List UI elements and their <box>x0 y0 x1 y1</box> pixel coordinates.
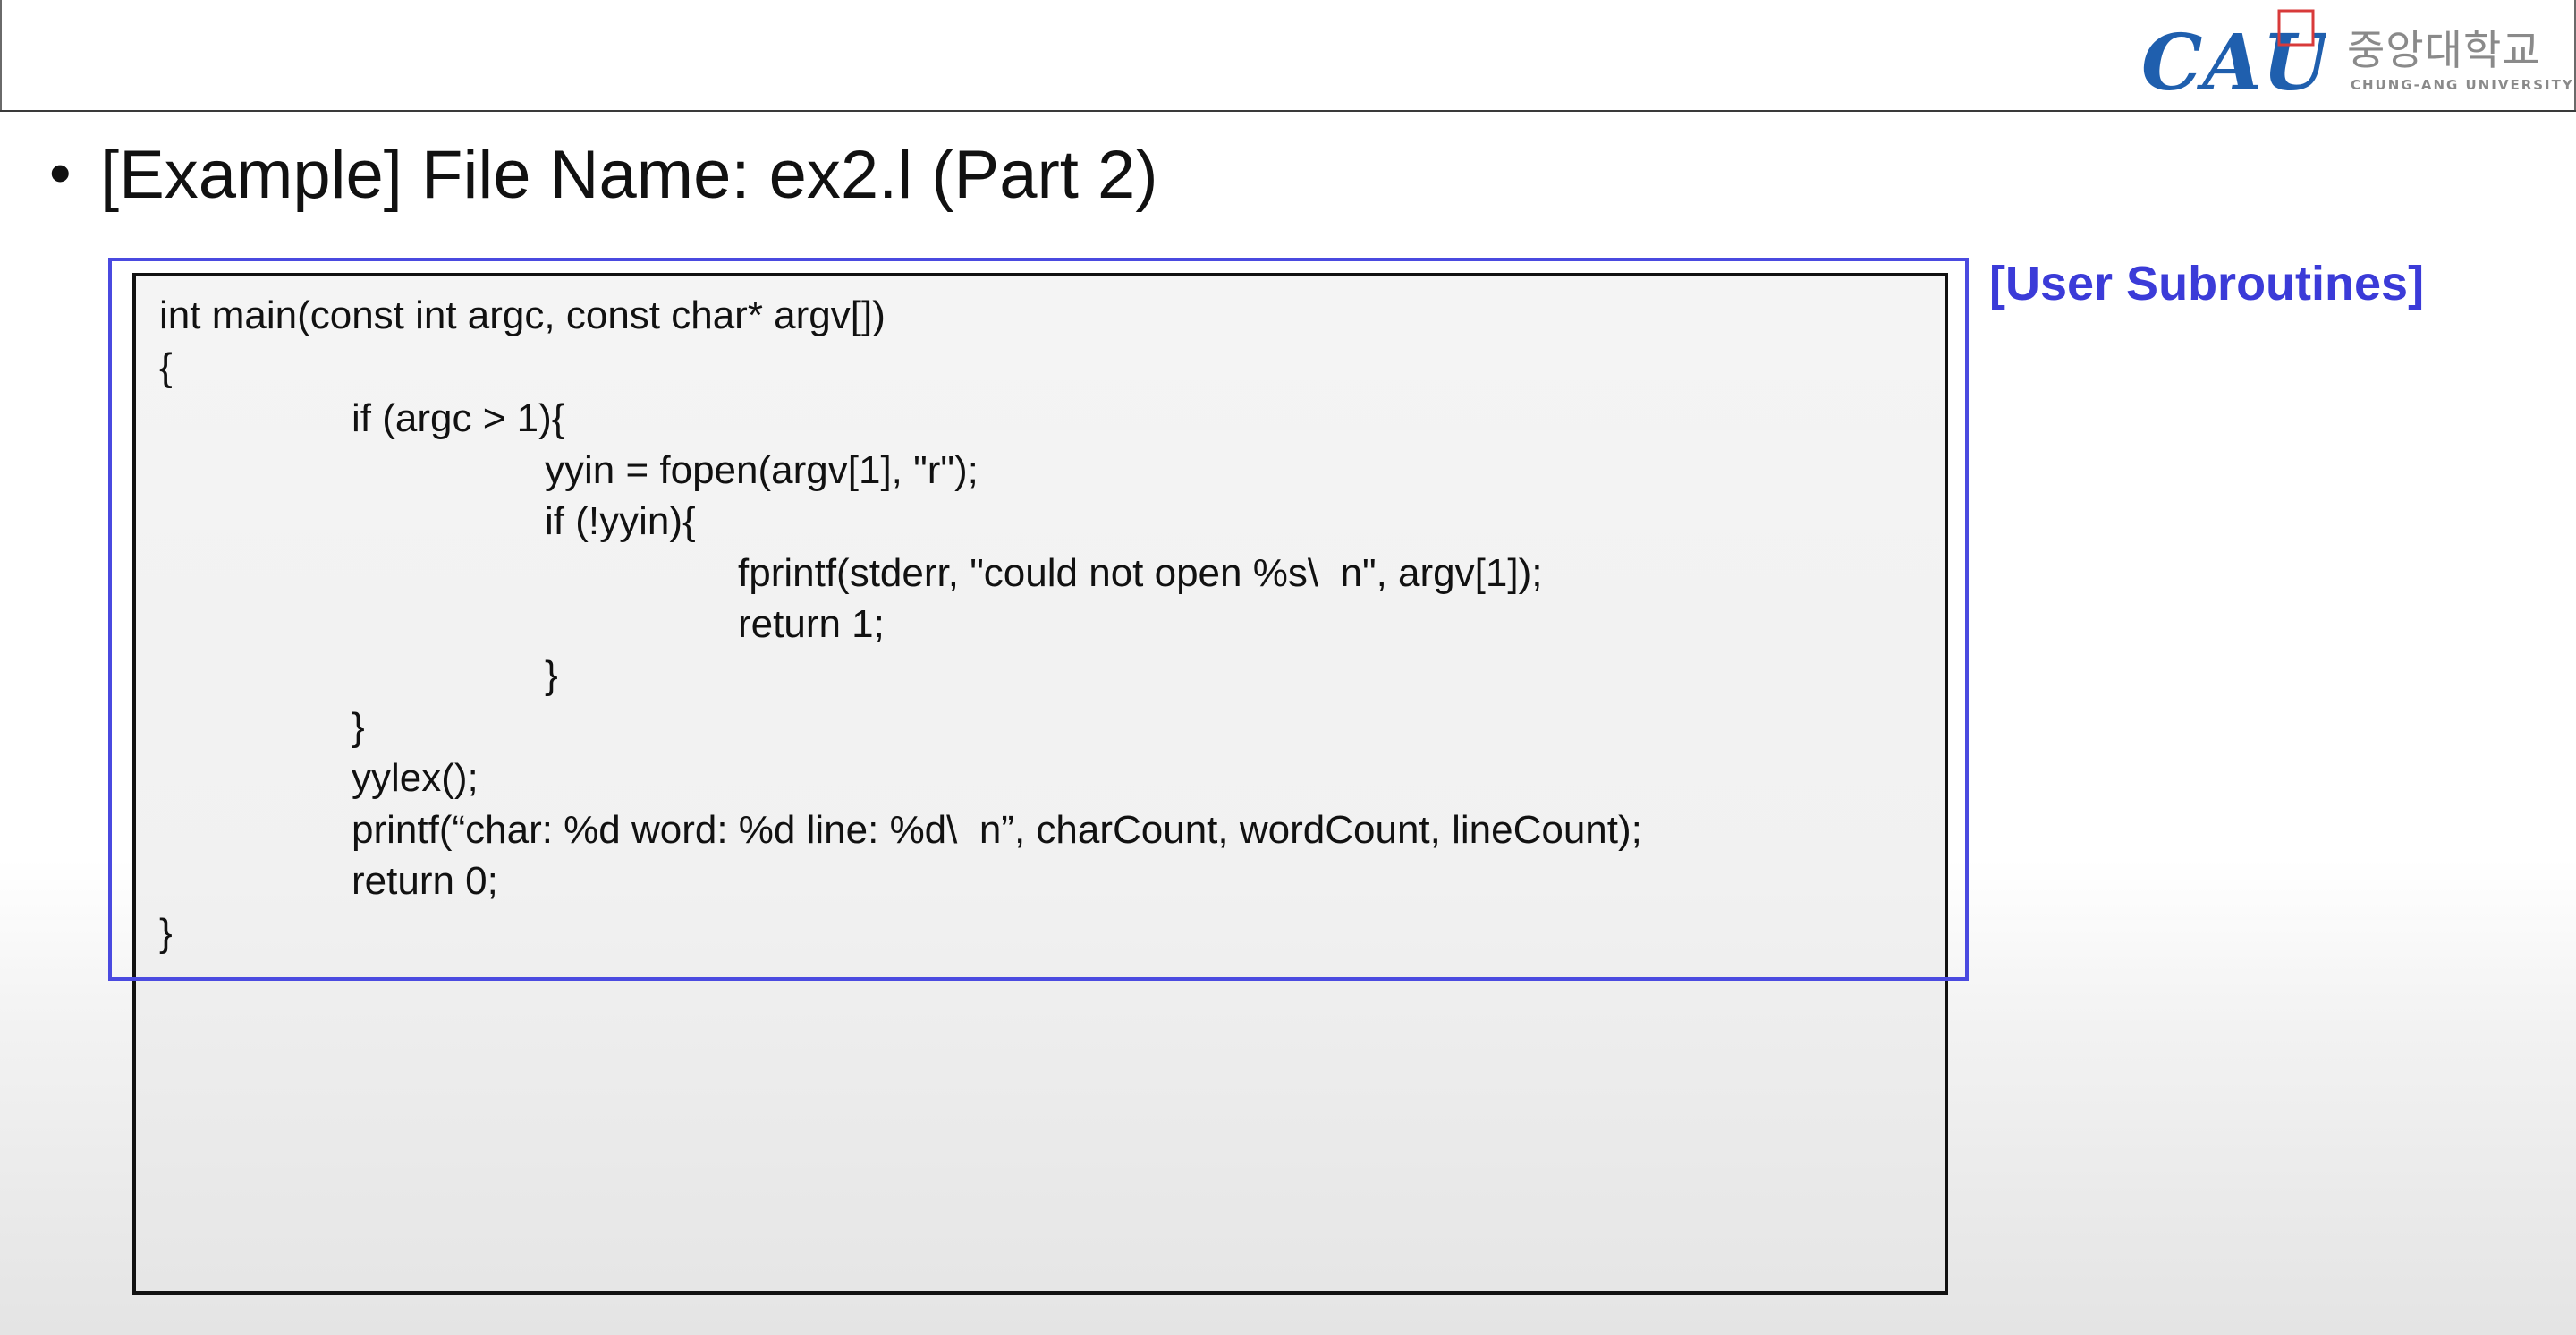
header-divider <box>0 110 2576 112</box>
code-line: int main(const int argc, const char* arg… <box>159 293 886 337</box>
code-line: { <box>159 345 173 389</box>
code-line: } <box>159 911 173 955</box>
cau-logo-mark: CAU <box>2141 9 2326 106</box>
code-line: printf(“char: %d word: %d line: %d\ n”, … <box>352 808 1642 852</box>
code-line: yylex(); <box>352 756 479 800</box>
logo-english-name: CHUNG-ANG UNIVERSITY <box>2351 77 2574 93</box>
code-line: if (!yyin){ <box>545 499 696 543</box>
code-line: return 0; <box>352 859 498 903</box>
code-line: yyin = fopen(argv[1], "r"); <box>545 448 979 492</box>
code-line: } <box>545 653 558 697</box>
cau-logo-text: CAU <box>2141 18 2326 106</box>
code-line: return 1; <box>738 602 885 646</box>
section-label: [User Subroutines] <box>1989 257 2425 310</box>
title-bullet: • <box>49 138 72 208</box>
slide-left-edge <box>0 0 2 112</box>
logo-korean-name: 중앙대학교 <box>2347 26 2541 74</box>
university-logo: CAU 중앙대학교 CHUNG-ANG UNIVERSITY <box>2138 7 2572 106</box>
code-line: if (argc > 1){ <box>352 396 565 440</box>
slide-title: [Example] File Name: ex2.l (Part 2) <box>100 137 1158 213</box>
code-line: } <box>352 705 365 749</box>
code-line: fprintf(stderr, "could not open %s\ n", … <box>738 551 1543 595</box>
